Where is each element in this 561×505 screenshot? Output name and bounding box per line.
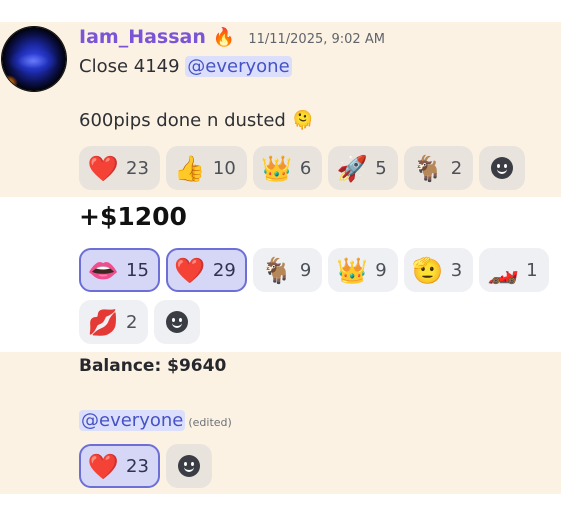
reaction-salute[interactable]: 🫡 3 — [403, 248, 474, 292]
smiley-icon — [177, 455, 200, 477]
reaction-count: 9 — [299, 259, 312, 281]
reaction-goat[interactable]: 🐐 9 — [252, 248, 323, 292]
reaction-count: 15 — [126, 259, 149, 281]
smiley-icon — [166, 311, 189, 333]
reaction-heart[interactable]: ❤️ 23 — [79, 444, 160, 488]
race-car-icon: 🏎️ — [487, 255, 519, 285]
message-text: Close 4149 — [79, 56, 186, 77]
avatar[interactable] — [2, 27, 66, 91]
heart-icon: ❤️ — [87, 153, 119, 183]
goat-icon: 🐐 — [261, 255, 293, 285]
reaction-count: 10 — [212, 157, 236, 179]
edited-label: (edited) — [188, 416, 232, 429]
reaction-crown[interactable]: 👑 9 — [328, 248, 398, 292]
reaction-count: 6 — [299, 157, 312, 179]
reaction-count: 3 — [450, 259, 463, 281]
reaction-rocket[interactable]: 🚀 5 — [328, 146, 398, 190]
heart-icon: ❤️ — [174, 255, 206, 285]
timestamp: 11/11/2025, 9:02 AM — [248, 32, 385, 47]
fire-icon: 🔥 — [212, 27, 236, 48]
reaction-count: 29 — [212, 259, 236, 281]
melting-face-emoji: 🫠 — [291, 110, 315, 131]
message-text: 600pips done n dusted — [79, 110, 286, 131]
crown-icon: 👑 — [261, 153, 293, 183]
mention-everyone[interactable]: @everyone — [185, 56, 292, 77]
reaction-count: 23 — [126, 455, 149, 477]
reaction-kiss[interactable]: 💋 2 — [79, 300, 149, 344]
reaction-heart[interactable]: ❤️ 29 — [165, 248, 247, 292]
reaction-bar: 💋 2 — [79, 300, 201, 344]
message-text: +$1200 — [79, 202, 187, 231]
message-line: @everyone (edited) — [79, 410, 232, 431]
reaction-crown[interactable]: 👑 6 — [252, 146, 323, 190]
reaction-heart[interactable]: ❤️ 23 — [79, 146, 160, 190]
reaction-bar: ❤️ 23 👍 10 👑 6 🚀 5 🐐 2 — [79, 146, 526, 190]
add-reaction-button[interactable] — [154, 300, 201, 344]
goat-icon: 🐐 — [412, 153, 444, 183]
reaction-goat[interactable]: 🐐 2 — [403, 146, 474, 190]
reaction-count: 2 — [450, 157, 463, 179]
message-line: 600pips done n dusted 🫠 — [79, 110, 314, 131]
reaction-thumbs-up[interactable]: 👍 10 — [165, 146, 247, 190]
mention-everyone[interactable]: @everyone — [79, 410, 186, 431]
message-line: Close 4149 @everyone — [79, 56, 292, 77]
reaction-count: 5 — [375, 157, 387, 179]
lips-icon: 👄 — [87, 255, 119, 285]
reaction-count: 1 — [526, 259, 538, 281]
add-reaction-button[interactable] — [165, 444, 212, 488]
reaction-count: 23 — [126, 157, 149, 179]
rocket-icon: 🚀 — [336, 153, 368, 183]
reaction-count: 2 — [126, 311, 138, 333]
reaction-bar: ❤️ 23 — [79, 444, 212, 488]
reaction-count: 9 — [375, 259, 387, 281]
message-header: Iam_Hassan 🔥 11/11/2025, 9:02 AM — [79, 26, 385, 48]
thumbs-up-icon: 👍 — [174, 153, 206, 183]
username[interactable]: Iam_Hassan — [79, 26, 206, 48]
add-reaction-button[interactable] — [479, 146, 526, 190]
crown-icon: 👑 — [336, 255, 368, 285]
reaction-bar: 👄 15 ❤️ 29 🐐 9 👑 9 🫡 3 🏎️ 1 — [79, 248, 549, 292]
salute-icon: 🫡 — [412, 255, 444, 285]
heart-icon: ❤️ — [87, 451, 119, 481]
reaction-lips[interactable]: 👄 15 — [79, 248, 160, 292]
smiley-icon — [491, 157, 514, 179]
kiss-icon: 💋 — [87, 307, 119, 337]
balance-text: Balance: $9640 — [79, 356, 227, 376]
reaction-race-car[interactable]: 🏎️ 1 — [479, 248, 549, 292]
